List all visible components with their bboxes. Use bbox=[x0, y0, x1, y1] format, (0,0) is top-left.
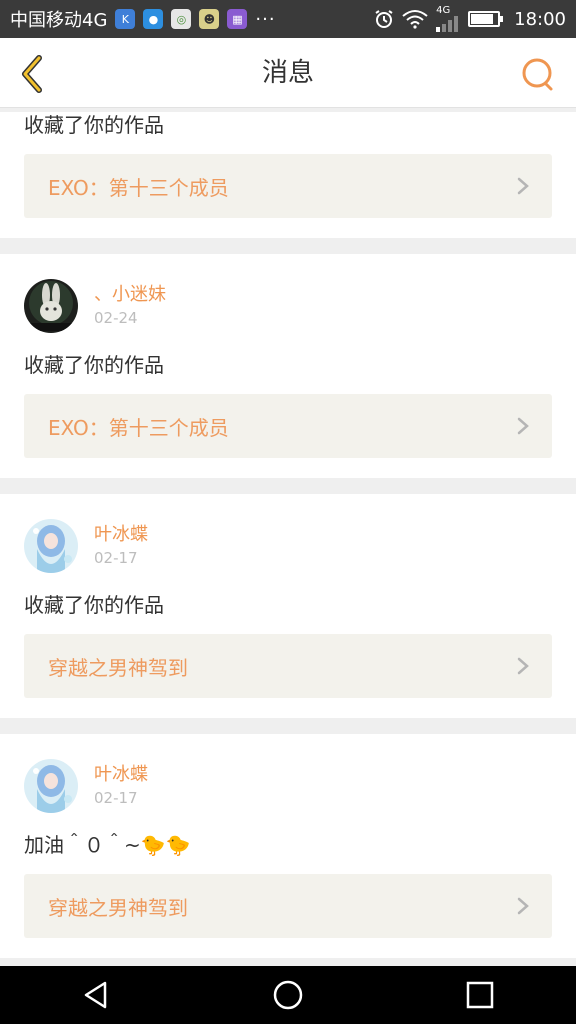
work-title: 穿越之男神驾到 bbox=[48, 895, 188, 920]
username[interactable]: 、小迷妹 bbox=[94, 283, 166, 307]
avatar[interactable] bbox=[24, 759, 78, 813]
search-button[interactable] bbox=[520, 56, 556, 92]
message-date: 02-17 bbox=[94, 549, 138, 567]
chevron-right-icon bbox=[517, 417, 529, 435]
message-text: 加油＾０＾~🐤🐤 bbox=[24, 833, 191, 857]
alarm-icon bbox=[375, 10, 393, 28]
chevron-right-icon bbox=[517, 897, 529, 915]
message-card: 收藏了你的作品 EXO：第十三个成员 bbox=[0, 112, 576, 238]
message-list: 收藏了你的作品 EXO：第十三个成员 、小迷妹 02-24 收藏了你的作品 EX… bbox=[0, 108, 576, 966]
nav-home-button[interactable] bbox=[268, 975, 308, 1015]
back-button[interactable] bbox=[14, 54, 50, 94]
triangle-back-icon bbox=[84, 981, 107, 1009]
avatar[interactable] bbox=[24, 279, 78, 333]
chevron-left-icon bbox=[22, 55, 42, 93]
work-link[interactable]: EXO：第十三个成员 bbox=[24, 154, 552, 218]
avatar[interactable] bbox=[24, 519, 78, 573]
work-title: 穿越之男神驾到 bbox=[48, 655, 188, 680]
work-title: EXO：第十三个成员 bbox=[48, 175, 229, 200]
circle-home-icon bbox=[273, 980, 303, 1010]
nav-recents-button[interactable] bbox=[460, 975, 500, 1015]
page-title: 消息 bbox=[261, 58, 314, 88]
chat-app-icon: ● bbox=[143, 9, 164, 29]
battery-level bbox=[471, 14, 494, 24]
rabbit-avatar-image bbox=[24, 279, 78, 333]
status-bar: 中国移动4G K ● ◎ ☻ ▦ ··· 4G 18:00 bbox=[0, 0, 576, 38]
message-card: 叶冰蝶 02-17 收藏了你的作品 穿越之男神驾到 bbox=[0, 494, 576, 718]
username[interactable]: 叶冰蝶 bbox=[94, 523, 148, 547]
k-app-icon: K bbox=[115, 9, 136, 29]
message-card: 叶冰蝶 02-17 加油＾０＾~🐤🐤 穿越之男神驾到 bbox=[0, 734, 576, 958]
work-link[interactable]: 穿越之男神驾到 bbox=[24, 874, 552, 938]
overflow-icon: ··· bbox=[255, 8, 276, 30]
chrome-app-icon: ◎ bbox=[171, 9, 192, 29]
message-date: 02-17 bbox=[94, 789, 138, 807]
keyboard-app-icon: ▦ bbox=[227, 9, 248, 29]
carrier-label: 中国移动4G bbox=[10, 10, 108, 31]
work-title: EXO：第十三个成员 bbox=[48, 415, 229, 440]
battery-icon bbox=[468, 11, 504, 27]
message-text: 收藏了你的作品 bbox=[24, 593, 164, 617]
work-link[interactable]: EXO：第十三个成员 bbox=[24, 394, 552, 458]
system-nav-bar bbox=[0, 966, 576, 1024]
anime-girl-avatar-image bbox=[24, 519, 78, 573]
work-link[interactable]: 穿越之男神驾到 bbox=[24, 634, 552, 698]
clock-label: 18:00 bbox=[514, 8, 566, 30]
message-text: 收藏了你的作品 bbox=[24, 353, 164, 377]
search-icon bbox=[522, 58, 553, 91]
chevron-right-icon bbox=[517, 657, 529, 675]
app-header: 消息 bbox=[0, 38, 576, 108]
wifi-icon bbox=[402, 10, 428, 29]
message-card: 、小迷妹 02-24 收藏了你的作品 EXO：第十三个成员 bbox=[0, 254, 576, 478]
username[interactable]: 叶冰蝶 bbox=[94, 763, 148, 787]
square-recents-icon bbox=[466, 981, 494, 1009]
nav-back-button[interactable] bbox=[76, 975, 116, 1015]
anime-girl-avatar-image bbox=[24, 759, 78, 813]
signal-icon bbox=[436, 16, 459, 32]
message-date: 02-24 bbox=[94, 309, 138, 327]
chevron-right-icon bbox=[517, 177, 529, 195]
game-app-icon: ☻ bbox=[199, 9, 220, 29]
message-text: 收藏了你的作品 bbox=[24, 113, 164, 137]
network-type-label: 4G bbox=[436, 5, 451, 16]
